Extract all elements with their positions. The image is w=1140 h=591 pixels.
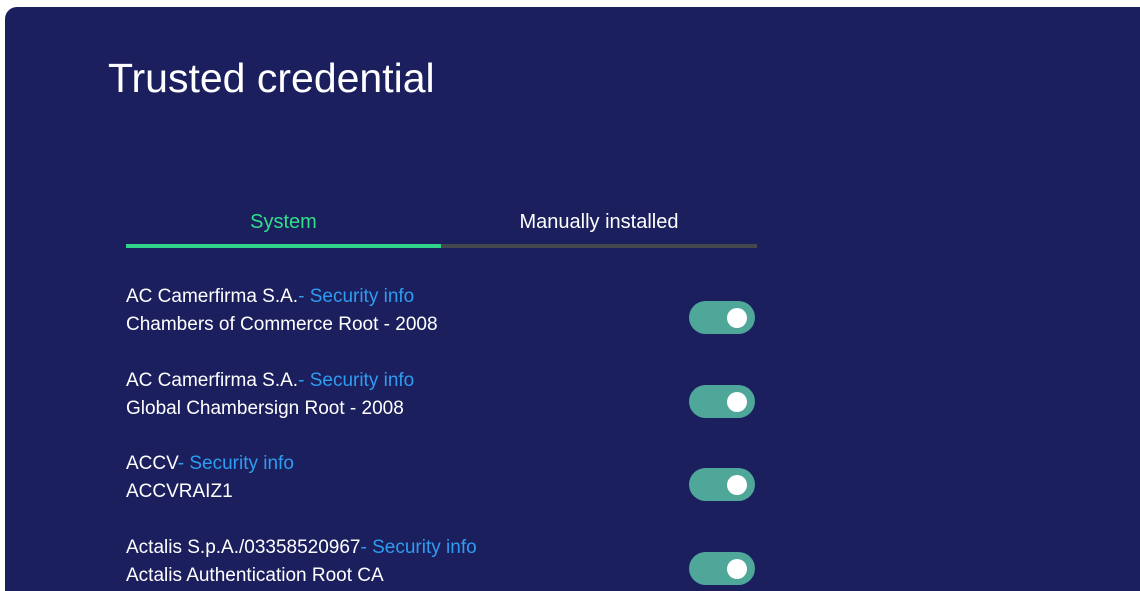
certificate-title-line: ACCV- Security info bbox=[126, 451, 294, 477]
certificate-row: ACCV- Security info ACCVRAIZ1 bbox=[126, 451, 766, 535]
toggle-knob bbox=[727, 391, 747, 412]
tab-manually-installed[interactable]: Manually installed bbox=[441, 202, 757, 242]
certificate-org: AC Camerfirma S.A. bbox=[126, 369, 299, 391]
tab-active-indicator bbox=[126, 244, 441, 248]
certificate-title-line: Actalis S.p.A./03358520967- Security inf… bbox=[126, 535, 477, 561]
certificate-toggle[interactable] bbox=[689, 301, 755, 334]
certificate-org: Actalis S.p.A./03358520967 bbox=[126, 536, 361, 558]
certificate-title-line: AC Camerfirma S.A.- Security info bbox=[126, 368, 414, 394]
toggle-knob bbox=[727, 558, 747, 579]
trusted-credential-panel: Trusted credential System Manually insta… bbox=[5, 7, 1140, 591]
security-info-link[interactable]: - Security info bbox=[298, 286, 414, 307]
certificate-org: ACCV bbox=[126, 453, 178, 474]
toggle-knob bbox=[727, 308, 747, 328]
tab-bar: System Manually installed bbox=[126, 202, 757, 248]
certificate-org: AC Camerfirma S.A. bbox=[126, 286, 299, 307]
toggle-knob bbox=[727, 475, 747, 495]
tab-system[interactable]: System bbox=[126, 202, 441, 242]
page-title: Trusted credential bbox=[108, 55, 435, 101]
certificate-name: ACCVRAIZ1 bbox=[126, 481, 233, 502]
certificate-row: AC Camerfirma S.A.- Security info Chambe… bbox=[126, 284, 766, 368]
security-info-link[interactable]: - Security info bbox=[298, 370, 414, 391]
certificate-name: Global Chambersign Root - 2008 bbox=[126, 397, 404, 419]
certificate-row: AC Camerfirma S.A.- Security info Global… bbox=[126, 368, 766, 452]
certificate-toggle[interactable] bbox=[689, 384, 755, 418]
certificate-title-line: AC Camerfirma S.A.- Security info bbox=[126, 284, 414, 310]
certificate-name: Chambers of Commerce Root - 2008 bbox=[126, 314, 438, 335]
certificate-toggle[interactable] bbox=[689, 551, 755, 585]
certificate-row: Actalis S.p.A./03358520967- Security inf… bbox=[126, 535, 766, 591]
certificate-toggle[interactable] bbox=[689, 468, 755, 501]
certificate-name: Actalis Authentication Root CA bbox=[126, 564, 384, 586]
certificate-list: AC Camerfirma S.A.- Security info Chambe… bbox=[126, 284, 766, 591]
security-info-link[interactable]: - Security info bbox=[361, 537, 477, 558]
security-info-link[interactable]: - Security info bbox=[178, 453, 294, 474]
